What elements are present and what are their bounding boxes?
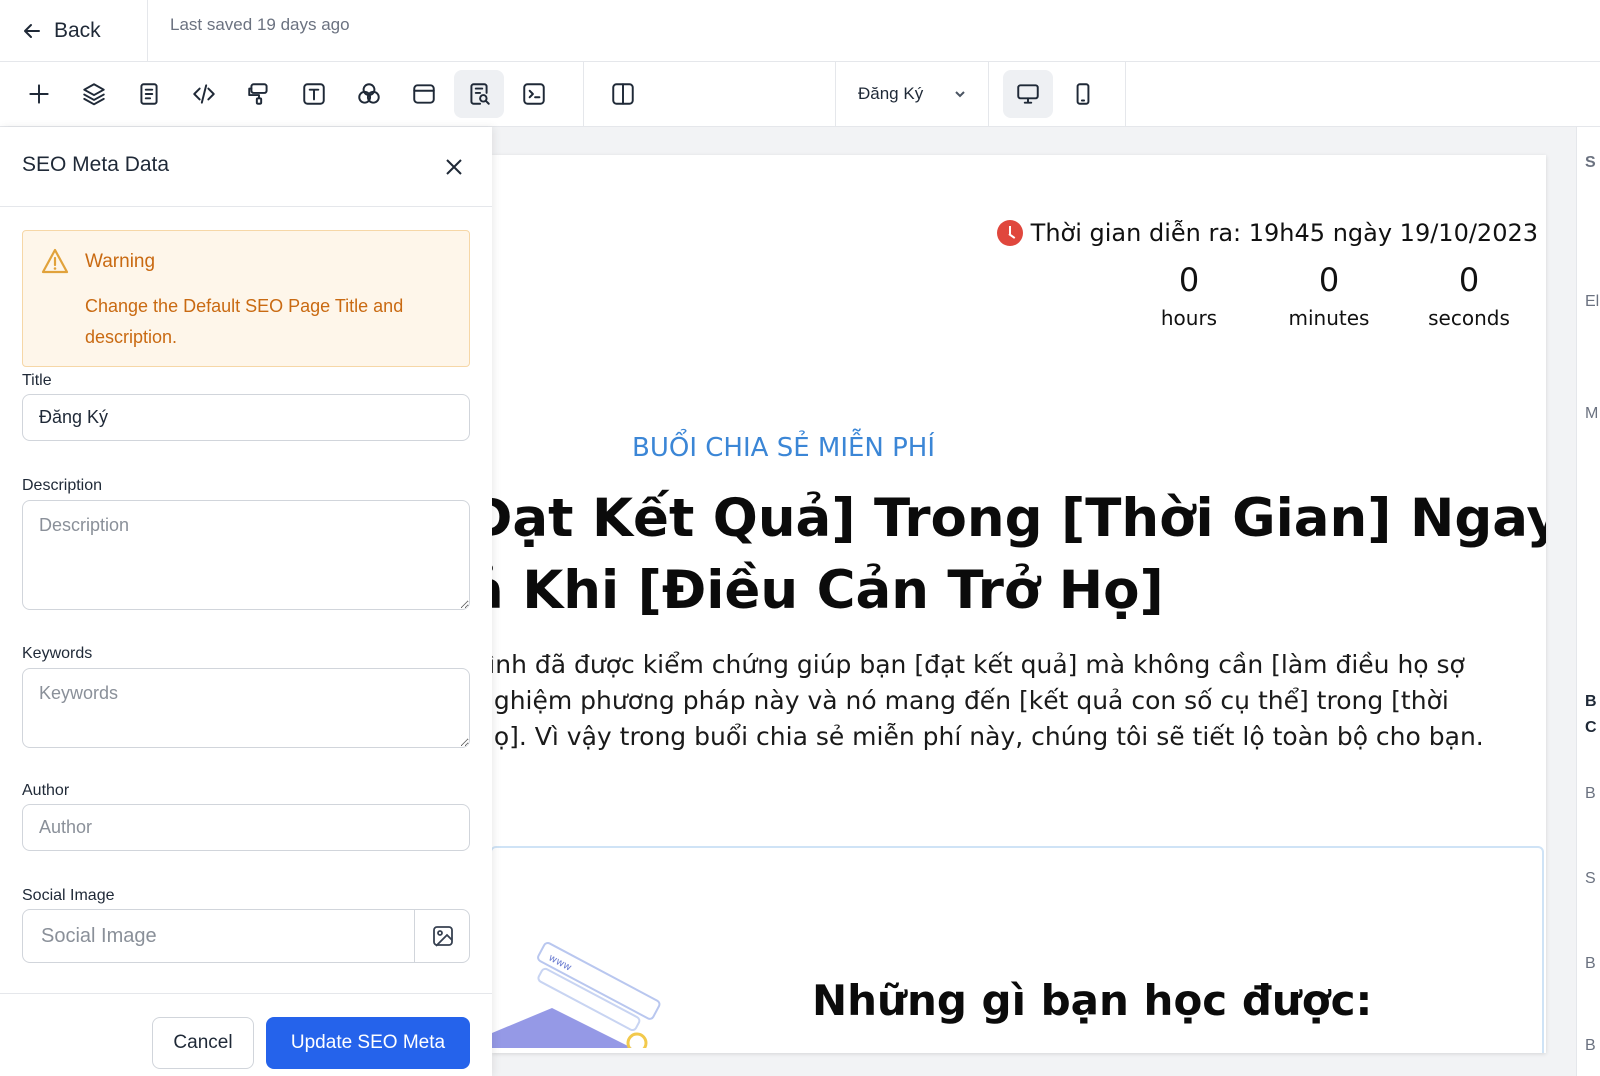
- title-input[interactable]: [22, 394, 470, 441]
- countdown-hours: 0 hours: [1129, 260, 1249, 330]
- keywords-textarea[interactable]: [22, 668, 470, 748]
- description-label: Description: [22, 477, 103, 494]
- page-canvas[interactable]: Thời gian diễn ra: 19h45 ngày 19/10/2023…: [492, 155, 1546, 1053]
- warning-triangle-icon: [41, 248, 69, 274]
- desktop-view-button[interactable]: [1003, 70, 1053, 118]
- cancel-button[interactable]: Cancel: [152, 1017, 254, 1069]
- countdown-seconds: 0 seconds: [1409, 260, 1529, 330]
- panel-text-fragment: S: [1585, 154, 1596, 171]
- choose-image-button[interactable]: [414, 909, 470, 963]
- page-body-text: rình đã được kiểm chứng giúp bạn [đạt kế…: [492, 647, 1546, 755]
- countdown-value: 0: [1318, 261, 1340, 299]
- clock-icon: [996, 220, 1023, 246]
- seo-panel-title: SEO Meta Data: [22, 153, 170, 176]
- toolbar: Đăng Ký: [0, 62, 1600, 127]
- body-line: họ]. Vì vậy trong buổi chia sẻ miễn phí …: [492, 722, 1484, 751]
- chevron-down-icon: [955, 91, 965, 98]
- social-image-input[interactable]: [22, 909, 470, 963]
- code-icon: [193, 84, 215, 104]
- panel-text-fragment: C: [1585, 719, 1597, 736]
- learn-section[interactable]: www Những gì bạn học được:: [492, 846, 1544, 1053]
- countdown-unit: seconds: [1428, 306, 1510, 330]
- typography-button[interactable]: [289, 70, 339, 118]
- warning-alert: Warning Change the Default SEO Page Titl…: [22, 230, 470, 367]
- learn-section-title: Những gì bạn học được:: [812, 976, 1373, 1025]
- author-label: Author: [22, 782, 70, 799]
- styles-button[interactable]: [234, 70, 284, 118]
- headline-line: ả Khi [Điều Cản Trở Họ]: [492, 560, 1164, 621]
- layers-button[interactable]: [69, 70, 119, 118]
- body-line: rình đã được kiểm chứng giúp bạn [đạt kế…: [492, 650, 1465, 679]
- split-view-button[interactable]: [598, 70, 648, 118]
- title-label: Title: [22, 372, 52, 389]
- paint-roller-icon: [248, 83, 268, 105]
- layers-icon: [83, 83, 105, 106]
- update-seo-meta-button[interactable]: Update SEO Meta: [266, 1017, 470, 1069]
- event-time: Thời gian diễn ra: 19h45 ngày 19/10/2023: [996, 219, 1538, 247]
- toolbar-divider: [988, 62, 989, 126]
- warning-title: Warning: [85, 251, 156, 272]
- countdown-unit: hours: [1160, 306, 1218, 330]
- headline-line: Đạt Kết Quả] Trong [Thời Gian] Ngay: [492, 488, 1546, 549]
- window-icon: [413, 84, 435, 104]
- close-button[interactable]: [442, 155, 466, 179]
- toolbar-divider: [583, 62, 584, 126]
- description-textarea[interactable]: [22, 500, 470, 610]
- columns-icon: [612, 83, 634, 105]
- panel-text-fragment: M: [1585, 405, 1599, 422]
- close-icon: [446, 159, 462, 175]
- warning-message: Change the Default SEO Page Title and de…: [85, 296, 404, 347]
- seo-meta-panel: SEO Meta Data Warning Change the Default…: [0, 127, 492, 1076]
- seo-search-icon: [470, 83, 490, 105]
- page-selector-value: Đăng Ký: [858, 84, 924, 103]
- panel-text-fragment: B: [1585, 693, 1597, 710]
- panel-text-fragment: S: [1585, 870, 1596, 887]
- seo-meta-button[interactable]: [454, 70, 504, 118]
- back-button[interactable]: Back: [0, 0, 148, 62]
- terminal-icon: [523, 83, 545, 105]
- add-element-button[interactable]: [14, 70, 64, 118]
- body-line: nghiệm phương pháp này và nó mang đến [k…: [492, 686, 1449, 715]
- back-label: Back: [54, 19, 101, 42]
- custom-code-button[interactable]: [179, 70, 229, 118]
- image-icon: [432, 926, 453, 947]
- text-icon: [303, 83, 325, 105]
- social-image-label: Social Image: [22, 887, 115, 904]
- panel-text-fragment: B: [1585, 955, 1596, 972]
- countdown-unit: minutes: [1288, 306, 1370, 330]
- countdown-value: 0: [1458, 261, 1480, 299]
- pages-button[interactable]: [124, 70, 174, 118]
- keywords-label: Keywords: [22, 645, 93, 662]
- section-subtitle: BUỔI CHIA SẺ MIỄN PHÍ: [632, 433, 936, 463]
- page-headline: Đạt Kết Quả] Trong [Thời Gian] Ngay ả Kh…: [492, 483, 1546, 627]
- toolbar-divider: [1125, 62, 1126, 126]
- arrow-left-icon: [24, 24, 40, 38]
- panel-footer-divider: [0, 993, 492, 994]
- plus-icon: [29, 84, 49, 104]
- panel-text-fragment: B: [1585, 785, 1596, 802]
- colors-button[interactable]: [344, 70, 394, 118]
- panel-text-fragment: El: [1585, 293, 1600, 310]
- countdown-minutes: 0 minutes: [1269, 260, 1389, 330]
- author-input[interactable]: [22, 804, 470, 851]
- right-settings-panel: S El M B C B S B B: [1576, 127, 1600, 1076]
- popup-button[interactable]: [399, 70, 449, 118]
- mobile-icon: [1076, 83, 1090, 105]
- desktop-icon: [1017, 84, 1039, 104]
- countdown-value: 0: [1178, 261, 1200, 299]
- browser-illustration: www: [492, 941, 661, 1048]
- panel-text-fragment: B: [1585, 1037, 1596, 1054]
- mobile-view-button[interactable]: [1058, 70, 1108, 118]
- top-bar: Back Last saved 19 days ago: [0, 0, 1600, 62]
- page-selector-dropdown[interactable]: Đăng Ký: [836, 62, 988, 126]
- document-icon: [140, 83, 158, 105]
- color-circles-icon: [358, 83, 380, 104]
- tracking-code-button[interactable]: [509, 70, 559, 118]
- event-time-text: Thời gian diễn ra: 19h45 ngày 19/10/2023: [1030, 219, 1538, 247]
- seo-panel-header: SEO Meta Data: [0, 127, 492, 207]
- last-saved-status: Last saved 19 days ago: [170, 15, 350, 34]
